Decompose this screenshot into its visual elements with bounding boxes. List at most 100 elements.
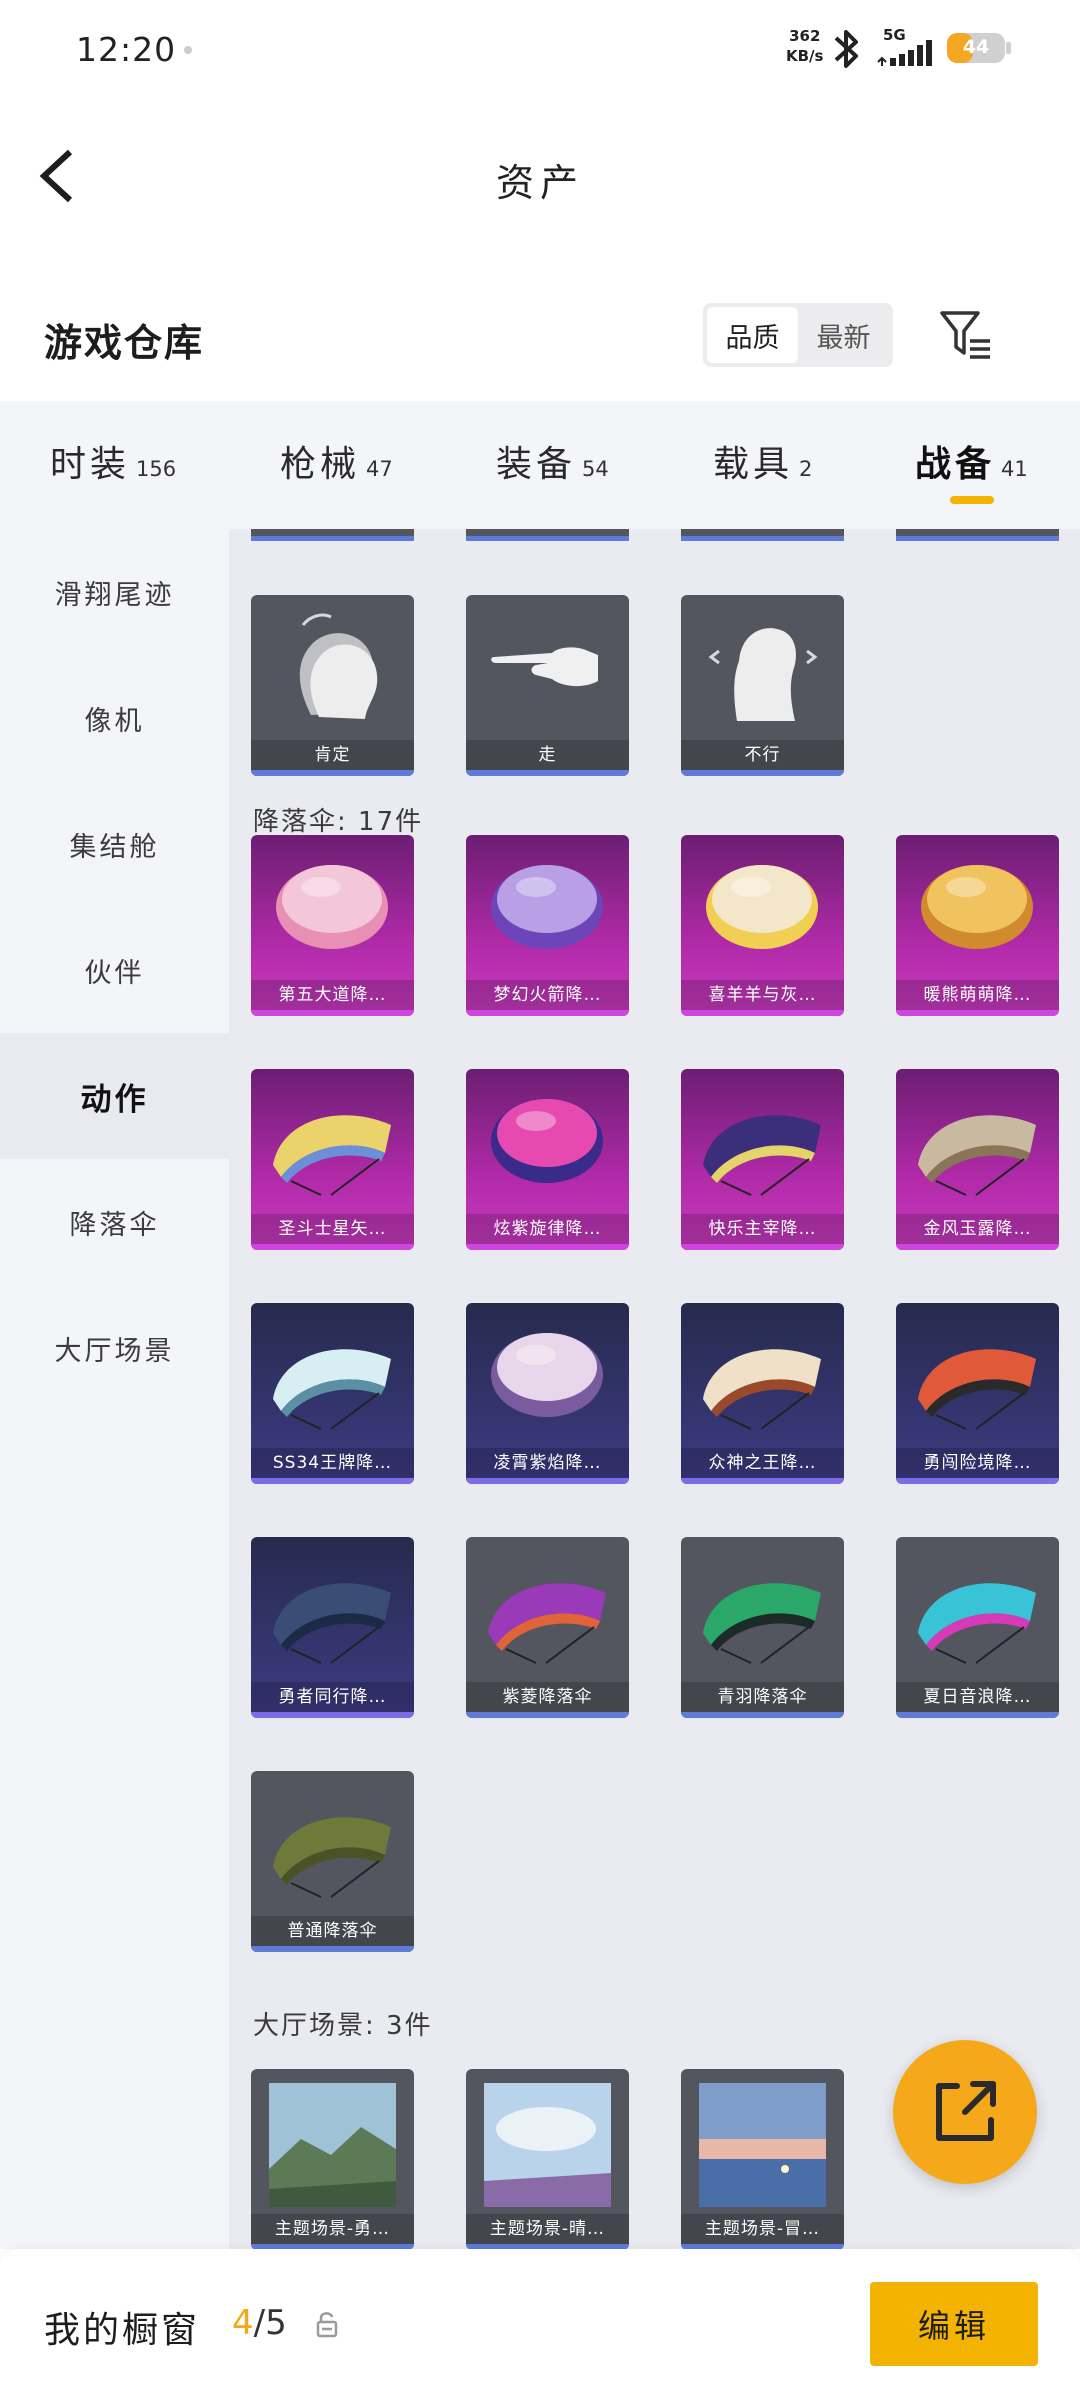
parachute-thumbnail <box>488 1583 606 1664</box>
edit-button[interactable]: 编辑 <box>870 2282 1038 2366</box>
item-name: 炫紫旋律降… <box>466 1214 629 1244</box>
parachute-thumbnail <box>273 1115 391 1196</box>
rarity-bar <box>681 1244 844 1250</box>
parachute-thumbnail <box>918 1583 1036 1664</box>
parachute-card[interactable]: 圣斗士星矢… <box>251 1069 414 1250</box>
sidebar-item-pod[interactable]: 集结舱 <box>0 781 229 907</box>
net-speed-value: 362 <box>789 27 821 45</box>
item-name: 勇闯险境降… <box>896 1448 1059 1478</box>
emote-card[interactable]: 不行 <box>681 595 844 776</box>
item-name: 青羽降落伞 <box>681 1682 844 1712</box>
bluetooth-icon <box>834 30 858 68</box>
rarity-bar <box>896 1712 1059 1718</box>
sidebar-item-camera[interactable]: 像机 <box>0 655 229 781</box>
tab-count: 54 <box>582 457 609 481</box>
parachute-card[interactable]: 第五大道降… <box>251 835 414 1016</box>
net-speed: 362 KB/s <box>786 26 823 66</box>
item-name: 主题场景-勇… <box>251 2214 414 2244</box>
landscape-thumbnail <box>269 2083 396 2207</box>
filter-button[interactable] <box>938 307 994 363</box>
sort-toggle: 品质 最新 <box>703 303 893 367</box>
parachute-card[interactable]: 勇者同行降… <box>251 1537 414 1718</box>
item-name: 梦幻火箭降… <box>466 980 629 1010</box>
sidebar-item-lobby-scene[interactable]: 大厅场景 <box>0 1285 229 1411</box>
emote-card[interactable]: 走 <box>466 595 629 776</box>
item-name: 快乐主宰降… <box>681 1214 844 1244</box>
parachute-card[interactable]: 快乐主宰降… <box>681 1069 844 1250</box>
share-external-icon <box>936 2081 996 2141</box>
landscape-thumbnail <box>699 2083 826 2207</box>
sidebar-item-emotes[interactable]: 动作 <box>0 1033 229 1159</box>
sidebar-item-parachute[interactable]: 降落伞 <box>0 1159 229 1285</box>
item-card-partial[interactable] <box>251 529 414 541</box>
tab-count: 47 <box>366 457 393 481</box>
share-button[interactable] <box>893 2040 1037 2184</box>
parachute-card[interactable]: SS34王牌降… <box>251 1303 414 1484</box>
tab-battle-prep[interactable]: 战备 41 <box>915 435 1028 487</box>
parachute-card[interactable]: 青羽降落伞 <box>681 1537 844 1718</box>
tab-label: 时装 <box>50 444 131 485</box>
item-card-partial[interactable] <box>896 529 1059 541</box>
parachute-card[interactable]: 凌霄紫焰降… <box>466 1303 629 1484</box>
rarity-bar <box>681 536 844 541</box>
active-tab-indicator <box>950 496 994 504</box>
lobby-scene-card[interactable]: 主题场景-晴… <box>466 2069 629 2249</box>
lobby-scene-card[interactable]: 主题场景-勇… <box>251 2069 414 2249</box>
item-card-partial[interactable] <box>681 529 844 541</box>
item-name: 主题场景-冒… <box>681 2214 844 2244</box>
battery-icon: 44 <box>947 33 1005 63</box>
sort-quality-option[interactable]: 品质 <box>707 307 798 363</box>
showcase-label: 我的橱窗 <box>44 2310 201 2351</box>
tab-fashion[interactable]: 时装 156 <box>50 435 176 487</box>
item-name: 第五大道降… <box>251 980 414 1010</box>
parachute-card[interactable]: 众神之王降… <box>681 1303 844 1484</box>
parachute-card[interactable]: 暖熊萌萌降… <box>896 835 1059 1016</box>
parachute-card[interactable]: 紫菱降落伞 <box>466 1537 629 1718</box>
parachute-thumbnail <box>703 1583 821 1664</box>
parachute-card[interactable]: 金风玉露降… <box>896 1069 1059 1250</box>
app-header: 资产 <box>0 96 1080 256</box>
parachute-thumbnail <box>491 1099 603 1183</box>
parachute-thumbnail <box>273 1817 391 1898</box>
lock-icon <box>316 2312 338 2338</box>
parachute-thumbnail <box>918 1115 1036 1196</box>
lobby-scene-card[interactable]: 主题场景-冒… <box>681 2069 844 2249</box>
rarity-bar <box>251 1712 414 1718</box>
item-name: 主题场景-晴… <box>466 2214 629 2244</box>
tab-count: 2 <box>799 457 813 481</box>
item-name: 紫菱降落伞 <box>466 1682 629 1712</box>
item-name: 金风玉露降… <box>896 1214 1059 1244</box>
rarity-bar <box>681 1712 844 1718</box>
parachute-card[interactable]: 炫紫旋律降… <box>466 1069 629 1250</box>
parachute-card[interactable]: 喜羊羊与灰… <box>681 835 844 1016</box>
parachute-card[interactable]: 勇闯险境降… <box>896 1303 1059 1484</box>
item-card-partial[interactable] <box>466 529 629 541</box>
parachute-card[interactable]: 夏日音浪降… <box>896 1537 1059 1718</box>
showcase-count: 4/5 <box>232 2303 287 2343</box>
emote-card[interactable]: 肯定 <box>251 595 414 776</box>
parachute-thumbnail <box>491 1333 603 1417</box>
parachute-card[interactable]: 梦幻火箭降… <box>466 835 629 1016</box>
status-time: 12:20 <box>76 30 177 69</box>
tab-equipment[interactable]: 装备 54 <box>496 435 609 487</box>
rarity-bar <box>896 1478 1059 1484</box>
status-bar: 12:20 362 KB/s 5G 44 <box>0 0 1080 96</box>
tab-weapons[interactable]: 枪械 47 <box>280 435 393 487</box>
parachute-thumbnail <box>703 1115 821 1196</box>
sort-newest-option[interactable]: 最新 <box>798 307 889 363</box>
rarity-bar <box>896 1244 1059 1250</box>
filter-list-icon <box>940 311 990 359</box>
item-name: 众神之王降… <box>681 1448 844 1478</box>
tab-label: 枪械 <box>280 444 361 485</box>
rarity-bar <box>466 1244 629 1250</box>
battery-tip <box>1006 42 1011 54</box>
tab-vehicles[interactable]: 载具 2 <box>713 435 812 487</box>
category-tabs: 时装 156 枪械 47 装备 54 载具 2 战备 41 <box>0 401 1080 529</box>
parachute-thumbnail <box>273 1583 391 1664</box>
item-name: 夏日音浪降… <box>896 1682 1059 1712</box>
sidebar-item-companion[interactable]: 伙伴 <box>0 907 229 1033</box>
tab-label: 战备 <box>915 444 996 485</box>
item-name: 圣斗士星矢… <box>251 1214 414 1244</box>
parachute-card[interactable]: 普通降落伞 <box>251 1771 414 1952</box>
sidebar-item-glide-trail[interactable]: 滑翔尾迹 <box>0 529 229 655</box>
